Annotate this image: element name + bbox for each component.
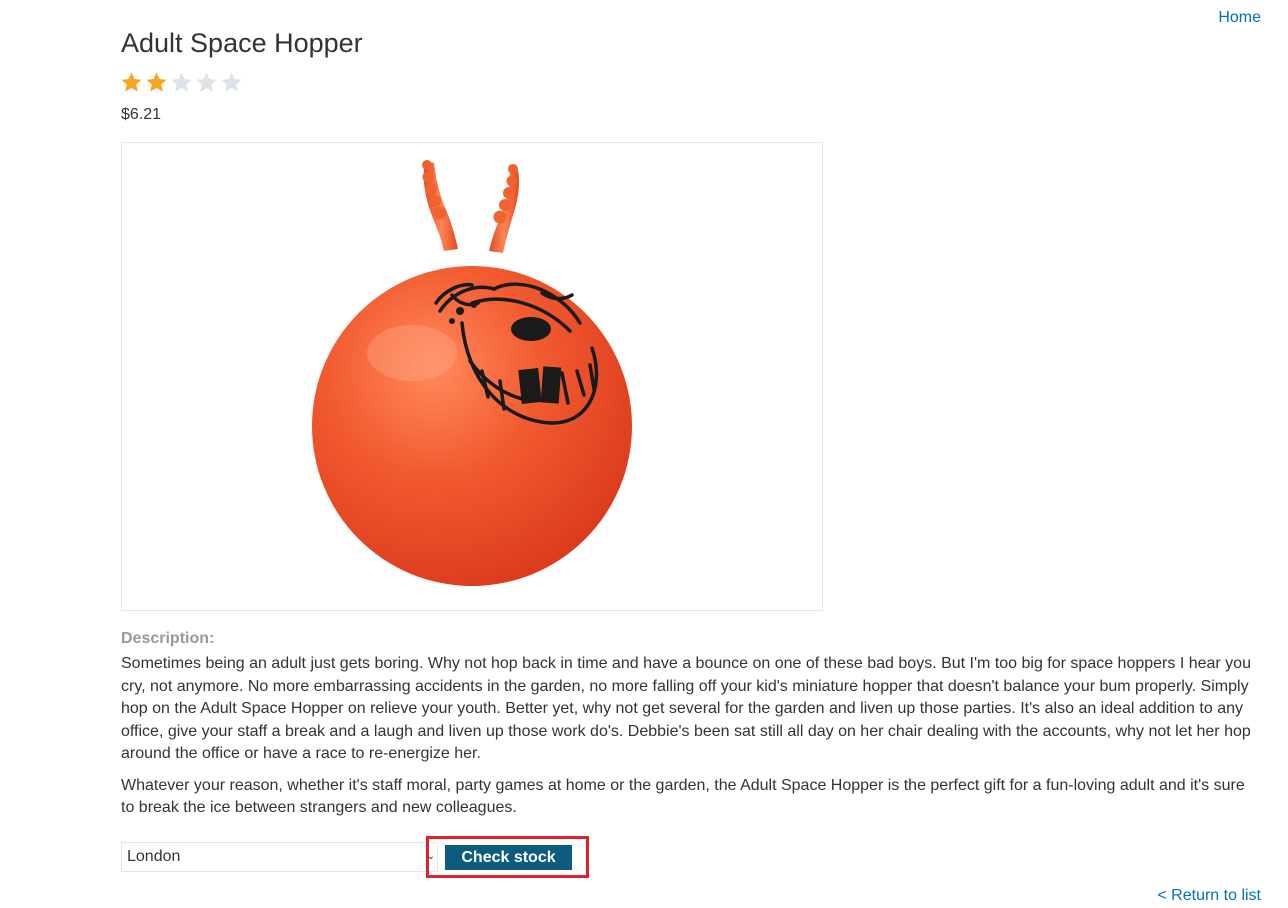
rating-stars (120, 71, 243, 94)
left-horn (422, 160, 458, 251)
hopper-ball (312, 266, 632, 586)
hopper-nose (511, 317, 551, 341)
description-paragraph: Sometimes being an adult just gets borin… (121, 655, 1251, 762)
star-icon (121, 72, 142, 92)
space-hopper-image (312, 160, 632, 586)
product-image (121, 142, 823, 611)
product-price: $6.21 (121, 106, 162, 123)
star-icon (171, 72, 192, 92)
description-paragraph: Whatever your reason, whether it's staff… (121, 776, 1245, 817)
star-icon (146, 72, 167, 92)
right-horn (489, 164, 520, 253)
description-heading: Description: (121, 630, 215, 647)
store-select-value: London (127, 848, 181, 865)
home-link[interactable]: Home (1218, 9, 1261, 27)
check-stock-button[interactable]: Check stock (445, 845, 572, 870)
product-page: Home Adult Space Hopper $6.21 Descriptio… (0, 0, 1288, 908)
product-title: Adult Space Hopper (121, 28, 363, 58)
star-icon (196, 72, 217, 92)
description-body: Sometimes being an adult just gets borin… (121, 653, 1256, 829)
return-to-list-link[interactable]: < Return to list (1157, 887, 1261, 905)
star-icon (221, 72, 242, 92)
store-select[interactable]: London ⌄ (121, 842, 438, 872)
